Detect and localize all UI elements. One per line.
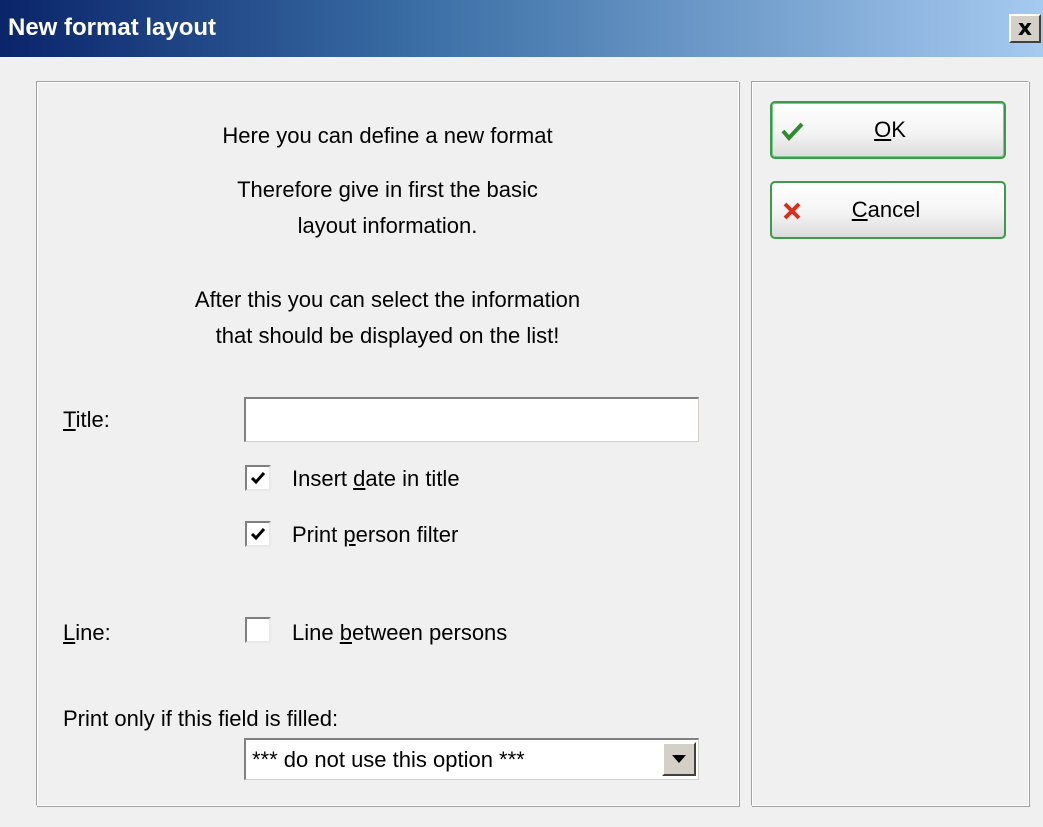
chevron-down-icon: [672, 754, 686, 763]
title-label: Title:: [63, 407, 110, 432]
ok-button-label: OK: [874, 117, 906, 142]
cancel-button[interactable]: Cancel: [770, 181, 1006, 239]
dropdown-button[interactable]: [662, 742, 696, 776]
line-between-checkbox[interactable]: [245, 617, 271, 643]
insert-date-label: Insert date in title: [292, 466, 460, 491]
close-icon: x: [1017, 15, 1033, 41]
print-only-select[interactable]: *** do not use this option ***: [244, 738, 699, 780]
print-filter-label: Print person filter: [292, 522, 459, 547]
intro-line-3b: that should be displayed on the list!: [215, 323, 560, 348]
ok-button[interactable]: OK: [770, 101, 1006, 159]
intro-line-1: Here you can define a new format: [222, 123, 553, 148]
print-only-label: Print only if this field is filled:: [63, 706, 339, 731]
print-only-value: *** do not use this option ***: [252, 747, 525, 772]
close-button[interactable]: x: [1009, 14, 1041, 43]
line-between-label: Line between persons: [292, 620, 508, 645]
checkmark-icon: [250, 528, 266, 541]
window-title: New format layout: [8, 14, 217, 41]
checkmark-icon: [250, 472, 266, 485]
cancel-button-label: Cancel: [851, 197, 921, 222]
insert-date-checkbox[interactable]: [245, 465, 271, 491]
title-input[interactable]: [244, 397, 699, 442]
print-filter-checkbox[interactable]: [245, 521, 271, 547]
line-label: Line:: [63, 620, 111, 645]
intro-line-3a: After this you can select the informatio…: [194, 287, 581, 312]
intro-line-2a: Therefore give in first the basic: [237, 177, 538, 202]
intro-line-2b: layout information.: [297, 213, 478, 238]
title-bar: New format layout x: [0, 0, 1043, 57]
